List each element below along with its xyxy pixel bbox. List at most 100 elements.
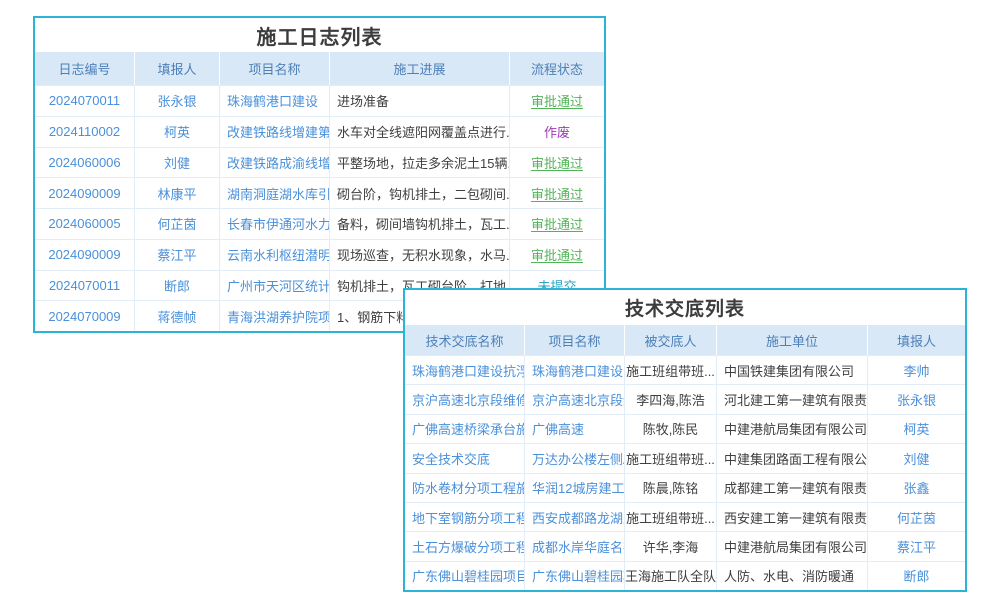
cell-reporter[interactable]: 蔡江平 bbox=[135, 240, 220, 270]
cell-construction-unit: 成都建工第一建筑有限责任公司 bbox=[717, 474, 868, 502]
cell-disclosure-name[interactable]: 安全技术交底 bbox=[405, 444, 525, 472]
cell-status[interactable]: 作废 bbox=[510, 117, 604, 147]
tech-disclosure-title: 技术交底列表 bbox=[405, 290, 965, 325]
col-header-construction-unit: 施工单位 bbox=[717, 325, 868, 355]
table-row: 珠海鹤港口建设抗浮...珠海鹤港口建设施工班组带班...中国铁建集团有限公司李帅 bbox=[405, 355, 965, 384]
col-header-project-name: 项目名称 bbox=[525, 325, 625, 355]
col-header-project-name: 项目名称 bbox=[220, 52, 330, 85]
table-row: 土石方爆破分项工程...成都水岸华庭名苑...许华,李海中建港航局集团有限公司蔡… bbox=[405, 531, 965, 560]
cell-project-name[interactable]: 改建铁路线增建第二线直... bbox=[220, 117, 330, 147]
cell-briefed-person: 施工班组带班... bbox=[625, 356, 717, 384]
cell-reporter[interactable]: 柯英 bbox=[135, 117, 220, 147]
table-row: 防水卷材分项工程施...华润12城房建工...陈晨,陈铭成都建工第一建筑有限责任… bbox=[405, 473, 965, 502]
table-row: 京沪高速北京段维修...京沪高速北京段维修李四海,陈浩河北建工第一建筑有限责任公… bbox=[405, 384, 965, 413]
cell-project-name[interactable]: 华润12城房建工... bbox=[525, 474, 625, 502]
cell-construction-unit: 西安建工第一建筑有限责任公司 bbox=[717, 503, 868, 531]
cell-construction-unit: 中建港航局集团有限公司 bbox=[717, 415, 868, 443]
table-row: 2024060006刘健改建铁路成渝线增建第二...平整场地，拉走多余泥土15辆… bbox=[35, 147, 604, 178]
cell-status[interactable]: 审批通过 bbox=[510, 86, 604, 116]
cell-progress: 备料，砌间墙钩机排土，瓦工... bbox=[330, 209, 510, 239]
table-row: 地下室钢筋分项工程...西安成都路龙湖上...施工班组带班...西安建工第一建筑… bbox=[405, 502, 965, 531]
cell-status[interactable]: 审批通过 bbox=[510, 240, 604, 270]
cell-log-id[interactable]: 2024110002 bbox=[35, 117, 135, 147]
cell-progress: 进场准备 bbox=[330, 86, 510, 116]
cell-log-id[interactable]: 2024070011 bbox=[35, 271, 135, 301]
table-row: 2024070011张永银珠海鹤港口建设进场准备审批通过 bbox=[35, 85, 604, 116]
cell-briefed-person: 李四海,陈浩 bbox=[625, 385, 717, 413]
cell-project-name[interactable]: 广东佛山碧桂园项目 bbox=[525, 562, 625, 590]
cell-log-id[interactable]: 2024060006 bbox=[35, 148, 135, 178]
construction-log-title: 施工日志列表 bbox=[35, 18, 604, 52]
col-header-log-id: 日志编号 bbox=[35, 52, 135, 85]
cell-reporter[interactable]: 张永银 bbox=[135, 86, 220, 116]
cell-construction-unit: 河北建工第一建筑有限责任公司 bbox=[717, 385, 868, 413]
cell-briefed-person: 陈牧,陈民 bbox=[625, 415, 717, 443]
cell-reporter[interactable]: 李帅 bbox=[868, 356, 965, 384]
cell-project-name[interactable]: 湖南洞庭湖水库引水工程... bbox=[220, 178, 330, 208]
cell-briefed-person: 施工班组带班... bbox=[625, 444, 717, 472]
cell-reporter[interactable]: 刘健 bbox=[135, 148, 220, 178]
tech-disclosure-body: 珠海鹤港口建设抗浮...珠海鹤港口建设施工班组带班...中国铁建集团有限公司李帅… bbox=[405, 355, 965, 590]
cell-disclosure-name[interactable]: 土石方爆破分项工程... bbox=[405, 532, 525, 560]
cell-briefed-person: 陈晨,陈铭 bbox=[625, 474, 717, 502]
cell-disclosure-name[interactable]: 京沪高速北京段维修... bbox=[405, 385, 525, 413]
cell-reporter[interactable]: 柯英 bbox=[868, 415, 965, 443]
table-row: 2024060005何芷茵长春市伊通河水力发电厂...备料，砌间墙钩机排土，瓦工… bbox=[35, 208, 604, 239]
cell-reporter[interactable]: 蔡江平 bbox=[868, 532, 965, 560]
cell-briefed-person: 施工班组带班... bbox=[625, 503, 717, 531]
cell-progress: 砌台阶，钩机排土，二包砌间... bbox=[330, 178, 510, 208]
cell-project-name[interactable]: 珠海鹤港口建设 bbox=[525, 356, 625, 384]
cell-status[interactable]: 审批通过 bbox=[510, 209, 604, 239]
cell-construction-unit: 人防、水电、消防暖通 bbox=[717, 562, 868, 590]
cell-log-id[interactable]: 2024070011 bbox=[35, 86, 135, 116]
col-header-progress: 施工进展 bbox=[330, 52, 510, 85]
table-row: 2024090009蔡江平云南水利枢纽潜明水库一...现场巡查，无积水现象，水马… bbox=[35, 239, 604, 270]
table-row: 安全技术交底万达办公楼左侧A...施工班组带班...中建集团路面工程有限公司刘健 bbox=[405, 443, 965, 472]
cell-progress: 现场巡查，无积水现象，水马... bbox=[330, 240, 510, 270]
cell-briefed-person: 王海施工队全队 bbox=[625, 562, 717, 590]
construction-log-header-row: 日志编号填报人项目名称施工进展流程状态 bbox=[35, 52, 604, 85]
cell-disclosure-name[interactable]: 地下室钢筋分项工程... bbox=[405, 503, 525, 531]
cell-reporter[interactable]: 何芷茵 bbox=[135, 209, 220, 239]
cell-log-id[interactable]: 2024090009 bbox=[35, 240, 135, 270]
cell-log-id[interactable]: 2024070009 bbox=[35, 301, 135, 331]
cell-project-name[interactable]: 万达办公楼左侧A... bbox=[525, 444, 625, 472]
cell-project-name[interactable]: 广佛高速 bbox=[525, 415, 625, 443]
cell-progress: 平整场地，拉走多余泥土15辆... bbox=[330, 148, 510, 178]
cell-project-name[interactable]: 长春市伊通河水力发电厂... bbox=[220, 209, 330, 239]
table-row: 2024090009林康平湖南洞庭湖水库引水工程...砌台阶，钩机排土，二包砌间… bbox=[35, 177, 604, 208]
cell-disclosure-name[interactable]: 防水卷材分项工程施... bbox=[405, 474, 525, 502]
tech-disclosure-header-row: 技术交底名称项目名称被交底人施工单位填报人 bbox=[405, 325, 965, 355]
cell-reporter[interactable]: 张鑫 bbox=[868, 474, 965, 502]
cell-reporter[interactable]: 刘健 bbox=[868, 444, 965, 472]
cell-reporter[interactable]: 林康平 bbox=[135, 178, 220, 208]
cell-reporter[interactable]: 断郎 bbox=[868, 562, 965, 590]
cell-briefed-person: 许华,李海 bbox=[625, 532, 717, 560]
cell-reporter[interactable]: 蒋德帧 bbox=[135, 301, 220, 331]
cell-project-name[interactable]: 成都水岸华庭名苑... bbox=[525, 532, 625, 560]
cell-project-name[interactable]: 广州市天河区统计局机房... bbox=[220, 271, 330, 301]
cell-disclosure-name[interactable]: 珠海鹤港口建设抗浮... bbox=[405, 356, 525, 384]
cell-project-name[interactable]: 珠海鹤港口建设 bbox=[220, 86, 330, 116]
cell-reporter[interactable]: 张永银 bbox=[868, 385, 965, 413]
table-row: 广佛高速桥梁承台施...广佛高速陈牧,陈民中建港航局集团有限公司柯英 bbox=[405, 414, 965, 443]
cell-disclosure-name[interactable]: 广佛高速桥梁承台施... bbox=[405, 415, 525, 443]
col-header-reporter: 填报人 bbox=[135, 52, 220, 85]
cell-project-name[interactable]: 青海洪湖养护院项目 bbox=[220, 301, 330, 331]
cell-project-name[interactable]: 西安成都路龙湖上... bbox=[525, 503, 625, 531]
cell-disclosure-name[interactable]: 广东佛山碧桂园项目... bbox=[405, 562, 525, 590]
cell-project-name[interactable]: 改建铁路成渝线增建第二... bbox=[220, 148, 330, 178]
cell-status[interactable]: 审批通过 bbox=[510, 148, 604, 178]
col-header-reporter: 填报人 bbox=[868, 325, 965, 355]
col-header-status: 流程状态 bbox=[510, 52, 604, 85]
cell-log-id[interactable]: 2024060005 bbox=[35, 209, 135, 239]
cell-project-name[interactable]: 云南水利枢纽潜明水库一... bbox=[220, 240, 330, 270]
cell-reporter[interactable]: 何芷茵 bbox=[868, 503, 965, 531]
cell-reporter[interactable]: 断郎 bbox=[135, 271, 220, 301]
cell-status[interactable]: 审批通过 bbox=[510, 178, 604, 208]
tech-disclosure-panel: 技术交底列表 技术交底名称项目名称被交底人施工单位填报人 珠海鹤港口建设抗浮..… bbox=[403, 288, 967, 592]
cell-construction-unit: 中建集团路面工程有限公司 bbox=[717, 444, 868, 472]
cell-project-name[interactable]: 京沪高速北京段维修 bbox=[525, 385, 625, 413]
cell-log-id[interactable]: 2024090009 bbox=[35, 178, 135, 208]
cell-progress: 水车对全线遮阳网覆盖点进行... bbox=[330, 117, 510, 147]
